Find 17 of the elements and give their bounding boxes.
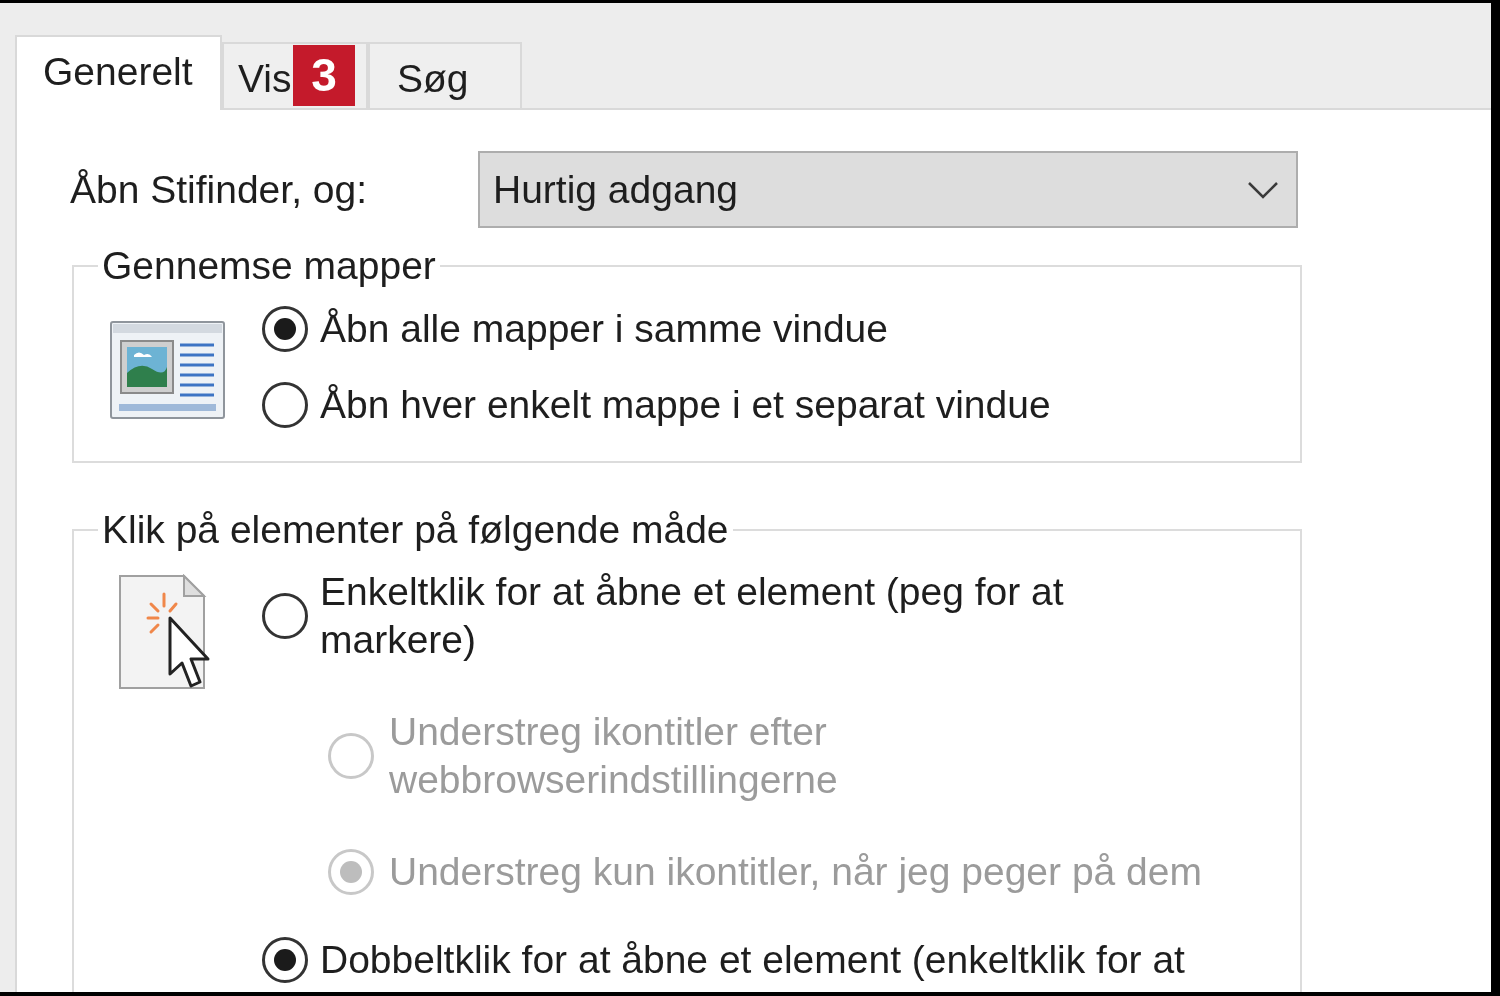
tab[interactable]: Søg (368, 42, 522, 108)
radio-label[interactable]: Dobbeltklik for at åbne et element (enkeltklik for at (320, 936, 1208, 984)
radio-button[interactable] (262, 306, 308, 352)
step-number-badge: 3 (293, 45, 355, 106)
radio-label[interactable]: Åbn alle mapper i samme vindue (320, 305, 888, 353)
radio-button[interactable] (262, 382, 308, 428)
radio-button[interactable] (262, 593, 308, 639)
radio-label[interactable]: Åbn hver enkelt mappe i et separat vindue (320, 381, 1051, 429)
chevron-down-icon (1247, 180, 1279, 199)
radio-button[interactable] (262, 937, 308, 983)
dropdown[interactable]: Hurtig adgang (478, 151, 1298, 228)
field-label: Åbn Stifinder, og: (70, 166, 369, 213)
group-title: Klik på elementer på følgende måde (101, 508, 730, 552)
group-title: Gennemse mapper (101, 244, 437, 288)
folder-window-icon (110, 321, 225, 419)
tab[interactable]: Generelt (15, 35, 222, 110)
radio-label[interactable]: Enkeltklik for at åbne et element (peg for at markere) (320, 568, 1208, 664)
